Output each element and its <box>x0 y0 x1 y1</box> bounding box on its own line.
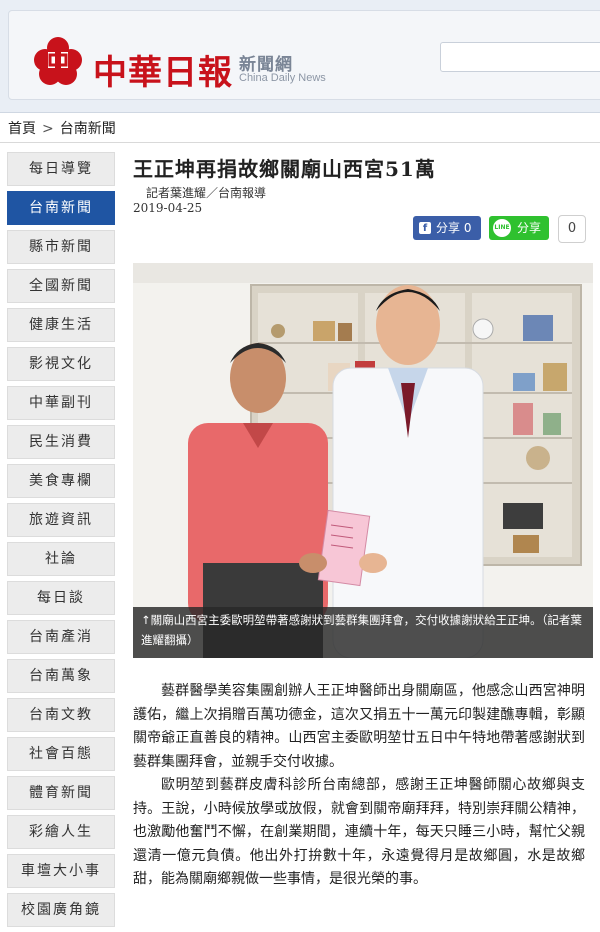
photo-illustration <box>133 263 593 658</box>
sidebar-item[interactable]: 中華副刊 <box>7 386 115 420</box>
facebook-share-button[interactable]: f 分享 0 <box>413 216 481 240</box>
facebook-icon: f <box>419 222 431 234</box>
sidebar-item[interactable]: 旅遊資訊 <box>7 503 115 537</box>
sidebar-item[interactable]: 台南文教 <box>7 698 115 732</box>
sidebar-item[interactable]: 彩繪人生 <box>7 815 115 849</box>
sidebar-item[interactable]: 全國新聞 <box>7 269 115 303</box>
article-photo <box>133 263 593 658</box>
facebook-share-label: 分享 0 <box>436 221 472 235</box>
search-input[interactable] <box>440 42 600 72</box>
breadcrumb-separator: > <box>42 121 54 137</box>
sidebar-item[interactable]: 台南產消 <box>7 620 115 654</box>
sidebar-item[interactable]: 每日談 <box>7 581 115 615</box>
sidebar-item[interactable]: 社論 <box>7 542 115 576</box>
share-count: 0 <box>558 215 586 243</box>
sidebar-item[interactable]: 校園廣角鏡 <box>7 893 115 927</box>
article-byline: 記者葉進耀／台南報導 <box>146 186 267 200</box>
logo-flower-icon[interactable] <box>33 36 83 86</box>
divider <box>0 142 600 143</box>
sidebar-item[interactable]: 每日導覽 <box>7 152 115 186</box>
line-icon: LINE <box>493 219 511 237</box>
sidebar-item[interactable]: 美食專欄 <box>7 464 115 498</box>
article-paragraph: 藝群醫學美容集團創辦人王正坤醫師出身關廟區，他感念山西宮神明護佑，繼上次捐贈百萬… <box>133 683 585 770</box>
line-share-button[interactable]: LINE 分享 <box>489 216 549 240</box>
sidebar-item[interactable]: 台南新聞 <box>7 191 115 225</box>
line-share-label: 分享 <box>517 221 542 235</box>
logo-text[interactable]: 中華日報 <box>93 45 233 94</box>
sidebar-item[interactable]: 縣市新聞 <box>7 230 115 264</box>
article-date: 2019-04-25 <box>133 201 203 215</box>
sidebar-item[interactable]: 健康生活 <box>7 308 115 342</box>
breadcrumb: 首頁 > 台南新聞 <box>8 118 116 138</box>
site-header: 中華日報 新聞網 China Daily News <box>0 0 600 113</box>
photo-caption: ↑關廟山西宮主委歐明堃帶著感謝狀到藝群集團拜會，交付收據謝狀給王正坤。（記者葉進… <box>133 607 593 658</box>
sidebar-item[interactable]: 台南萬象 <box>7 659 115 693</box>
sidebar-nav: 每日導覽台南新聞縣市新聞全國新聞健康生活影視文化中華副刊民生消費美食專欄旅遊資訊… <box>7 152 115 932</box>
breadcrumb-home-link[interactable]: 首頁 <box>8 118 36 138</box>
sidebar-item[interactable]: 車壇大小事 <box>7 854 115 888</box>
article-title: 王正坤再捐故鄉關廟山西宮51萬 <box>133 157 436 181</box>
article-body: 藝群醫學美容集團創辦人王正坤醫師出身關廟區，他感念山西宮神明護佑，繼上次捐贈百萬… <box>133 680 585 892</box>
breadcrumb-section-link[interactable]: 台南新聞 <box>60 118 116 138</box>
sidebar-item[interactable]: 影視文化 <box>7 347 115 381</box>
sidebar-item[interactable]: 社會百態 <box>7 737 115 771</box>
article-paragraph: 歐明堃到藝群皮膚科診所台南總部，感謝王正坤醫師關心故鄉與支持。王說，小時候放學或… <box>133 777 585 887</box>
sidebar-item[interactable]: 民生消費 <box>7 425 115 459</box>
sidebar-item[interactable]: 體育新聞 <box>7 776 115 810</box>
logo-english: China Daily News <box>239 72 326 84</box>
